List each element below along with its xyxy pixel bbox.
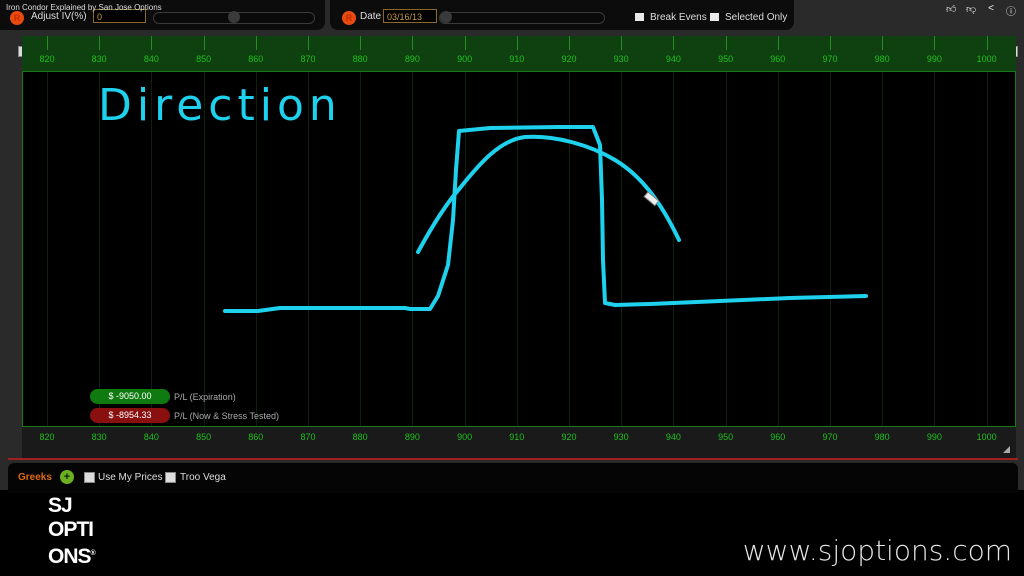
pl-now-badge: $ -8954.33 (90, 408, 170, 423)
greeks-panel: Greeks + Use My Prices Troo Vega (8, 463, 1018, 493)
video-title: Iron Condor Explained by San Jose Option… (6, 3, 162, 12)
pl-expiration-label: P/L (Expiration) (174, 392, 236, 402)
share-icon[interactable]: < (986, 3, 996, 18)
registered-mark: ® (90, 550, 96, 557)
info-icon[interactable]: ⓘ (1006, 3, 1016, 18)
logo-line-2: OPTI (48, 518, 94, 541)
panel-divider (8, 458, 1018, 460)
troo-vega-label: Troo Vega (180, 472, 226, 483)
options-analysis-app: R Adjust IV(%) 0 R Date 03/16/13 Break E… (0, 0, 1024, 493)
sj-options-logo: SJ OPTI ONS® (48, 494, 96, 569)
website-url: www.sjoptions.com (742, 534, 1012, 567)
pl-expiration-badge: $ -9050.00 (90, 389, 170, 404)
troo-vega-checkbox[interactable] (165, 472, 176, 483)
use-my-prices-label: Use My Prices (98, 472, 163, 483)
add-greek-button[interactable]: + (60, 470, 74, 484)
pl-now-label: P/L (Now & Stress Tested) (174, 411, 280, 421)
use-my-prices-checkbox[interactable] (84, 472, 95, 483)
video-actions: 👍︎ 👎︎ < ⓘ (946, 3, 1016, 18)
thumbs-up-icon[interactable]: 👍︎ (946, 3, 956, 18)
direction-annotation: Direction (98, 80, 342, 131)
logo-line-3-text: ONS (48, 545, 92, 568)
logo-line-1: SJ (48, 494, 73, 517)
logo-line-3: ONS® (48, 542, 96, 569)
expiration-payoff-sketch (223, 125, 868, 313)
thumbs-down-icon[interactable]: 👎︎ (966, 3, 976, 18)
greeks-title: Greeks (18, 472, 52, 483)
